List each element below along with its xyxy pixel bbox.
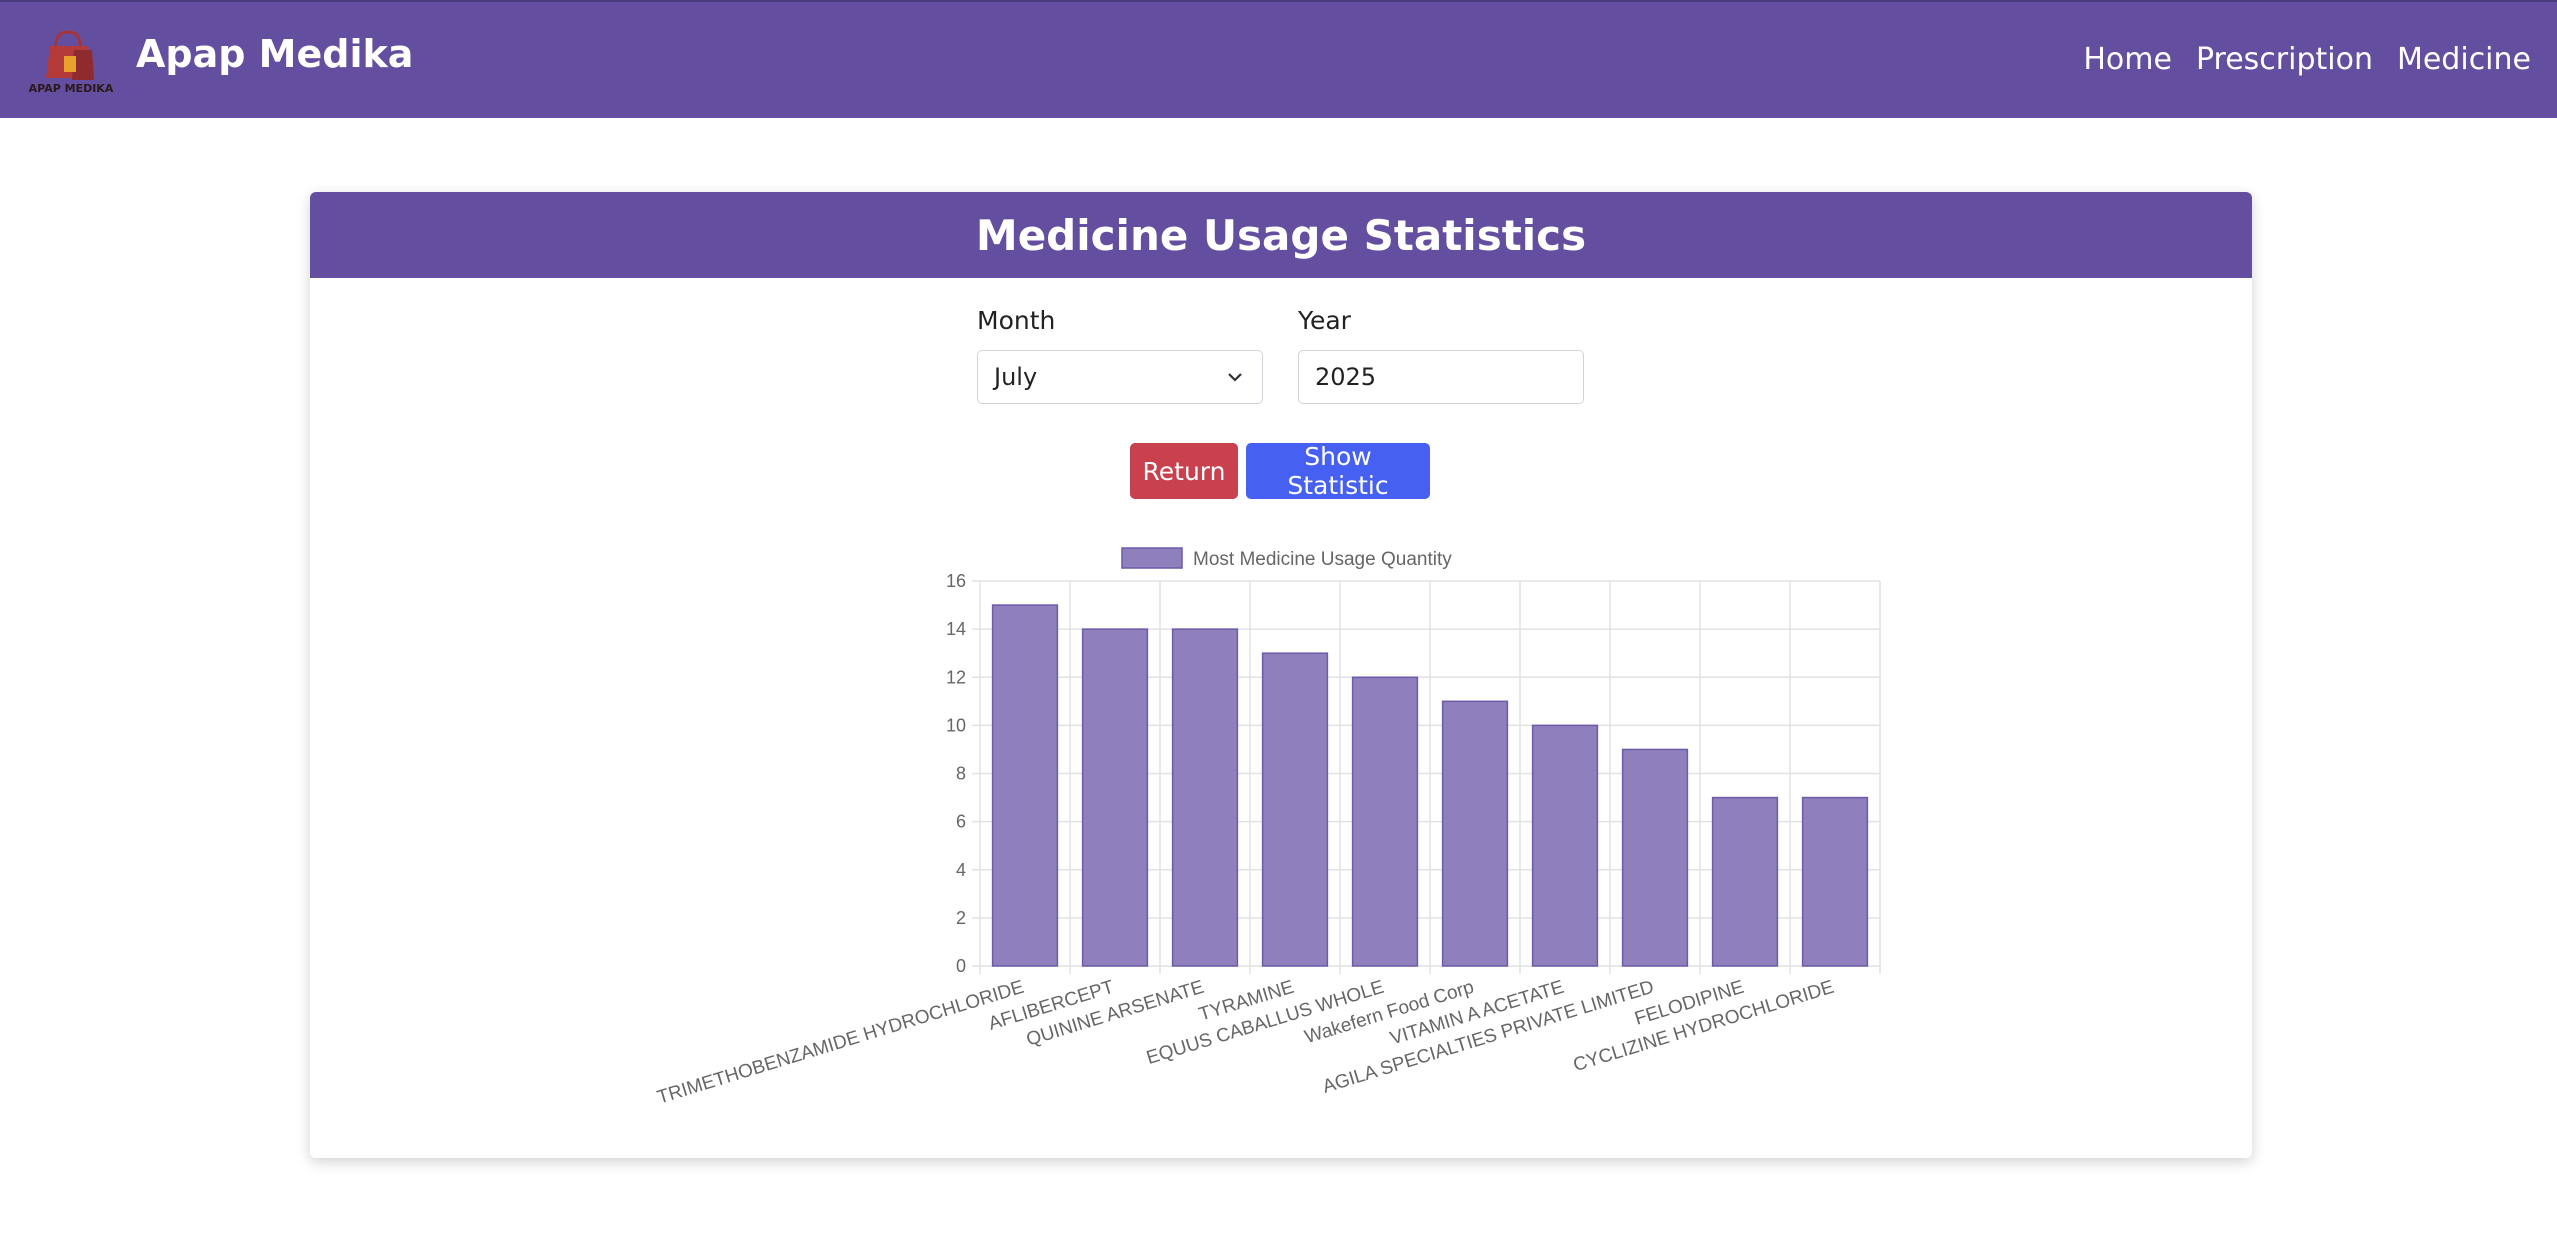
y-tick-label: 8 — [956, 764, 966, 784]
nav-home[interactable]: Home — [2083, 42, 2172, 77]
bar — [1711, 796, 1779, 967]
navbar: APAP MEDIKA Apap Medika Home Prescriptio… — [0, 0, 2557, 118]
y-tick-label: 14 — [946, 619, 966, 639]
y-tick-label: 16 — [946, 571, 966, 591]
bar — [991, 604, 1059, 967]
y-tick-label: 12 — [946, 667, 966, 687]
bar — [1081, 628, 1149, 967]
y-tick-label: 4 — [956, 860, 966, 880]
y-tick-label: 0 — [956, 956, 966, 976]
y-tick-label: 2 — [956, 908, 966, 928]
bar — [1351, 676, 1419, 967]
bar — [1531, 724, 1599, 967]
bar — [1801, 796, 1869, 967]
x-tick-label: TRIMETHOBENZAMIDE HYDROCHLORIDE — [655, 977, 1027, 1109]
bar — [1171, 628, 1239, 967]
bar — [1261, 652, 1329, 967]
nav-medicine[interactable]: Medicine — [2397, 42, 2531, 77]
legend-swatch — [1121, 547, 1183, 569]
y-tick-label: 6 — [956, 812, 966, 832]
bar — [1621, 748, 1689, 967]
y-tick-label: 10 — [946, 715, 966, 735]
brand-name[interactable]: Apap Medika — [136, 32, 413, 76]
bar — [1441, 700, 1509, 967]
statistics-card: Medicine Usage Statistics Month July Yea… — [310, 192, 2252, 1158]
logo-text: APAP MEDIKA — [29, 82, 114, 95]
logo-icon[interactable]: APAP MEDIKA — [26, 24, 116, 98]
nav-links: Home Prescription Medicine — [2083, 42, 2531, 77]
nav-prescription[interactable]: Prescription — [2196, 42, 2373, 77]
legend-label: Most Medicine Usage Quantity — [1193, 549, 1452, 570]
usage-bar-chart: 0 2 4 6 8 10 12 14 16 TRIMETHOBENZAMIDE HYDROCHLO… — [655, 547, 1881, 1109]
